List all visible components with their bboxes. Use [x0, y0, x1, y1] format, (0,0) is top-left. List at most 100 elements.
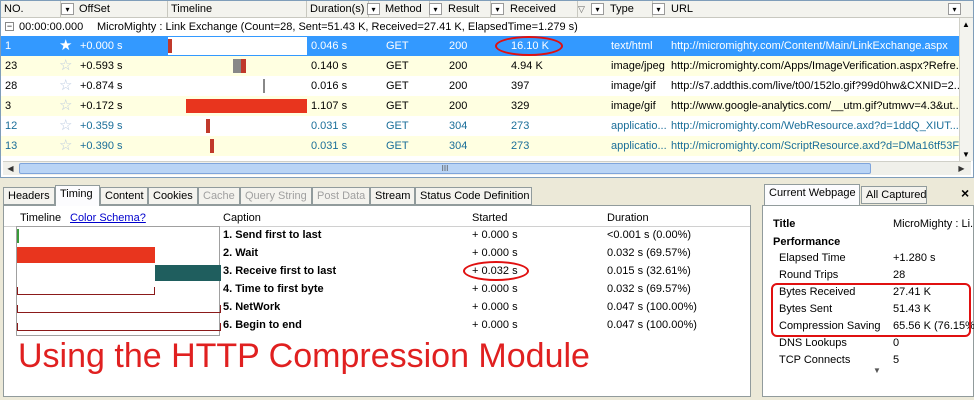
tab-timing[interactable]: Timing [55, 185, 100, 206]
table-row[interactable]: 23 ☆ +0.593 s 0.140 s GET 200 4.94 K ima… [1, 56, 973, 76]
tab-label: Cache [203, 190, 235, 202]
col-no-label: NO. [4, 3, 24, 15]
row-duration: 0.031 s [311, 140, 348, 152]
receive-bar [155, 265, 221, 281]
star-icon[interactable]: ☆ [59, 98, 72, 114]
timing-row[interactable]: 1. Send first to last [223, 226, 321, 244]
col-duration[interactable]: Duration(s) [307, 1, 369, 18]
table-row[interactable]: 3 ☆ +0.172 s 1.107 s GET 200 329 image/g… [1, 96, 973, 116]
tab-content[interactable]: Content [100, 187, 148, 205]
title-label: Title [773, 218, 796, 230]
timing-caption: 4. Time to first byte [223, 283, 324, 295]
timing-started: + 0.000 s [472, 301, 518, 313]
tab-stream[interactable]: Stream [370, 187, 415, 205]
network-bracket [17, 305, 221, 313]
row-url[interactable]: http://s7.addthis.com/live/t00/152lo.gif… [671, 76, 963, 96]
col-duration-label: Duration(s) [310, 3, 365, 15]
col-no-filter-dropdown[interactable]: ▾ [61, 3, 74, 15]
send-bar [17, 229, 19, 243]
star-icon[interactable]: ☆ [59, 58, 72, 74]
timing-row[interactable]: 5. NetWork [223, 298, 280, 316]
row-url[interactable]: http://micromighty.com/Content/Main/Link… [671, 36, 948, 56]
summary-panel: Title MicroMighty : Li... Performance El… [762, 205, 974, 397]
col-offset[interactable]: OffSet [76, 1, 168, 18]
table-row[interactable]: 1 ★ +0.000 s 0.046 s GET 200 16.10 K tex… [1, 36, 973, 56]
col-url[interactable]: URL [668, 1, 948, 18]
row-type: applicatio... [611, 120, 667, 132]
scroll-down-icon[interactable]: ▼ [962, 150, 970, 159]
col-method[interactable]: Method [382, 1, 430, 18]
row-timeline-cell [168, 37, 307, 55]
row-method: GET [386, 40, 409, 52]
timing-caption: 5. NetWork [223, 301, 281, 313]
annotation-caption: Using the HTTP Compression Module [18, 337, 590, 375]
col-timeline[interactable]: Timeline [168, 1, 307, 18]
star-icon[interactable]: ☆ [59, 138, 72, 154]
col-result[interactable]: Result [445, 1, 491, 18]
timing-row[interactable]: 2. Wait [223, 244, 258, 262]
col-type[interactable]: Type [607, 1, 653, 18]
col-type-filter-dropdown[interactable]: ▾ [652, 3, 665, 15]
table-row[interactable]: 13 ☆ +0.390 s 0.031 s GET 304 273 applic… [1, 136, 973, 156]
tab-post-data[interactable]: Post Data [312, 187, 370, 205]
row-duration: 0.046 s [311, 40, 348, 52]
col-url-filter-dropdown[interactable]: ▾ [948, 3, 961, 15]
horizontal-scrollbar[interactable]: ◀ III ▶ [3, 161, 971, 175]
vertical-scrollbar[interactable]: ▲ ▼ [959, 18, 973, 161]
timing-duration: 0.047 s (100.00%) [607, 301, 697, 313]
started-header: Started [472, 212, 508, 224]
scroll-left-icon[interactable]: ◀ [4, 163, 17, 174]
group-time: 00:00:00.000 [19, 21, 84, 33]
row-url[interactable]: http://micromighty.com/ScriptResource.ax… [671, 136, 967, 156]
row-url[interactable]: http://www.google-analytics.com/__utm.gi… [671, 96, 962, 116]
color-schema-link[interactable]: Color Schema? [70, 210, 146, 226]
col-received[interactable]: Received [507, 1, 578, 18]
row-method: GET [386, 80, 409, 92]
tab-label: Content [105, 190, 144, 202]
star-icon[interactable]: ☆ [59, 78, 72, 94]
col-duration-filter-dropdown[interactable]: ▾ [367, 3, 380, 15]
row-duration: 0.016 s [311, 80, 348, 92]
row-duration: 0.031 s [311, 120, 348, 132]
timing-duration: 0.015 s (32.61%) [607, 265, 691, 277]
tab-status-code-definition[interactable]: Status Code Definition [415, 187, 532, 205]
tab-headers[interactable]: Headers [3, 187, 55, 205]
request-list: NO. ▾ OffSet Timeline Duration(s) ▾ Meth… [0, 0, 974, 178]
scroll-down-icon[interactable]: ▼ [873, 366, 881, 375]
timing-row[interactable]: 3. Receive first to last [223, 262, 336, 280]
timing-row[interactable]: 6. Begin to end [223, 316, 302, 334]
row-url[interactable]: http://micromighty.com/WebResource.axd?d… [671, 116, 959, 136]
table-row[interactable]: 12 ☆ +0.359 s 0.031 s GET 304 273 applic… [1, 116, 973, 136]
row-method: GET [386, 120, 409, 132]
row-url[interactable]: http://micromighty.com/Apps/ImageVerific… [671, 56, 965, 76]
scroll-thumb[interactable]: III [19, 163, 871, 174]
col-no[interactable]: NO. [1, 1, 61, 18]
tab-all-captured[interactable]: All Captured [861, 186, 927, 204]
col-received-filter-dropdown[interactable]: ▾ [591, 3, 604, 15]
elapsed-time-value: +1.280 s [893, 252, 936, 264]
tab-query-string[interactable]: Query String [240, 187, 312, 205]
row-offset: +0.390 s [80, 140, 123, 152]
close-icon[interactable]: × [961, 186, 969, 200]
begin-end-bracket [17, 323, 221, 331]
row-type: image/jpeg [611, 60, 665, 72]
col-result-filter-dropdown[interactable]: ▾ [491, 3, 504, 15]
timeline-bar [168, 39, 172, 53]
group-row[interactable]: − 00:00:00.000 MicroMighty : Link Exchan… [1, 18, 973, 36]
col-method-filter-dropdown[interactable]: ▾ [429, 3, 442, 15]
timing-row[interactable]: 4. Time to first byte [223, 280, 324, 298]
tab-current-webpage[interactable]: Current Webpage [764, 184, 860, 205]
table-row[interactable]: 28 ☆ +0.874 s 0.016 s GET 200 397 image/… [1, 76, 973, 96]
tcp-connects-label: TCP Connects [779, 354, 851, 366]
star-icon[interactable]: ★ [59, 38, 72, 54]
scroll-up-icon[interactable]: ▲ [962, 20, 970, 29]
tab-cookies[interactable]: Cookies [148, 187, 198, 205]
collapse-icon[interactable]: − [5, 22, 14, 31]
row-method: GET [386, 60, 409, 72]
timeline-header: Timeline [20, 212, 62, 224]
star-icon[interactable]: ☆ [59, 118, 72, 134]
tab-label: Query String [245, 190, 307, 202]
row-offset: +0.593 s [80, 60, 123, 72]
tab-cache[interactable]: Cache [198, 187, 240, 205]
scroll-right-icon[interactable]: ▶ [955, 163, 968, 174]
